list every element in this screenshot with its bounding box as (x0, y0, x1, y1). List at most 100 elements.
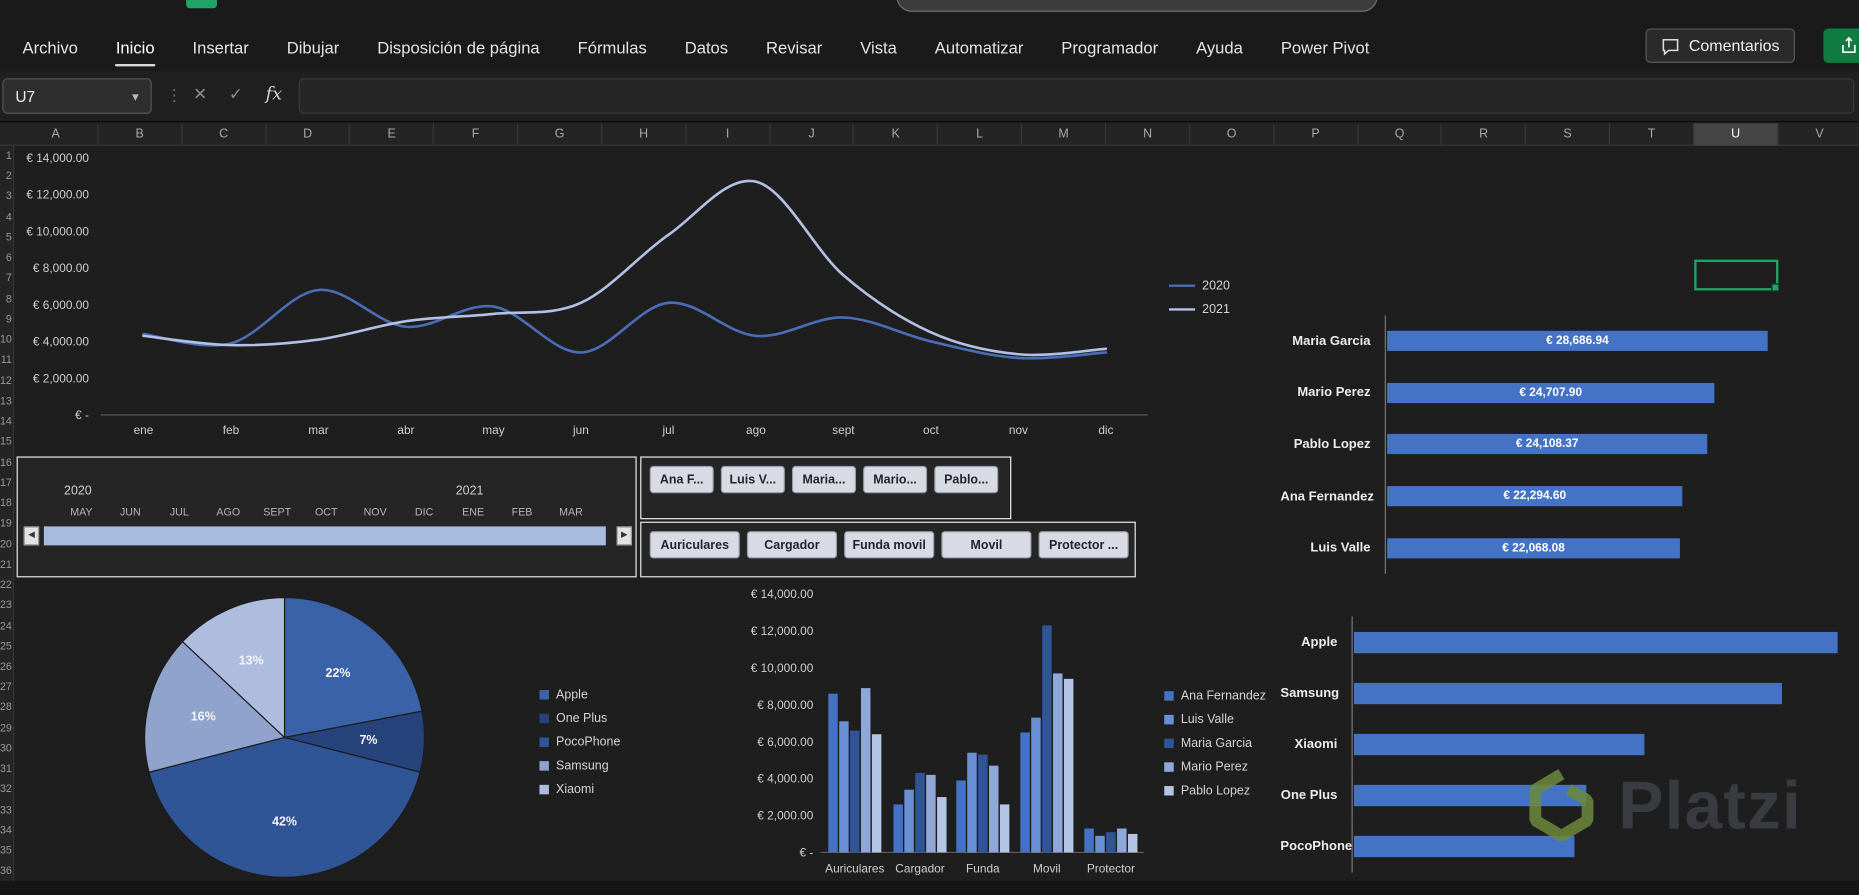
enter-icon[interactable]: ✓ (229, 84, 243, 104)
bar-luis-valle[interactable]: € 22,068.08 (1387, 537, 1680, 559)
ribbon-tab-vista[interactable]: Vista (845, 31, 912, 64)
row-header-32[interactable]: 32 (0, 779, 12, 799)
row-header-36[interactable]: 36 (0, 861, 12, 881)
slicer-button-cargador[interactable]: Cargador (746, 531, 838, 559)
row-header-14[interactable]: 14 (0, 412, 12, 432)
bar-maria-garcia[interactable]: € 28,686.94 (1387, 331, 1768, 352)
ribbon-tab-f-rmulas[interactable]: Fórmulas (562, 31, 662, 64)
column-bar-pablo-lopez-protector[interactable] (1127, 833, 1138, 853)
column-bar-mario-perez-movil[interactable] (1053, 673, 1063, 853)
column-bar-mario-perez-protector[interactable] (1117, 828, 1127, 853)
row-header-29[interactable]: 29 (0, 718, 12, 738)
seller-slicer[interactable]: Ana F... Luis V... Maria... Mario... Pablo..… (640, 456, 1012, 520)
timeline-selection-bar[interactable] (43, 526, 606, 546)
column-bar-mario-perez-cargador[interactable] (926, 774, 936, 853)
timeline-month-2020-dic[interactable]: DIC (400, 506, 449, 518)
row-header-27[interactable]: 27 (0, 677, 12, 697)
column-bar-luis-valle-protector[interactable] (1095, 835, 1105, 853)
row-header-21[interactable]: 21 (0, 555, 12, 575)
row-header-28[interactable]: 28 (0, 698, 12, 718)
search-box-fragment[interactable] (896, 0, 1378, 12)
monthly-sales-line-chart[interactable]: € - € 2,000.00 € 4,000.00 € 6,000.00 € 8,000… (24, 140, 1162, 444)
column-header-s[interactable]: S (1526, 123, 1611, 146)
timeline-month-2021-feb[interactable]: FEB (498, 506, 547, 518)
slicer-button-luis-v[interactable]: Luis V... (720, 465, 785, 494)
row-header-9[interactable]: 9 (0, 309, 12, 329)
row-header-12[interactable]: 12 (0, 371, 12, 391)
timeline-month-2020-nov[interactable]: NOV (351, 506, 400, 518)
column-bar-luis-valle-auriculares[interactable] (839, 721, 849, 853)
row-header-16[interactable]: 16 (0, 452, 12, 472)
ribbon-tab-ayuda[interactable]: Ayuda (1181, 31, 1259, 64)
timeline-month-2020-may[interactable]: MAY (57, 506, 106, 518)
ribbon-tab-dibujar[interactable]: Dibujar (271, 31, 354, 64)
ribbon-tab-programador[interactable]: Programador (1046, 31, 1174, 64)
row-header-25[interactable]: 25 (0, 636, 12, 656)
bar-ana-fernandez[interactable]: € 22,294.60 (1387, 486, 1683, 507)
column-bar-maria-garcia-movil[interactable] (1042, 625, 1052, 853)
timeline-scroll-left[interactable]: ◀ (23, 526, 40, 546)
column-bar-mario-perez-auriculares[interactable] (860, 688, 871, 853)
row-header-19[interactable]: 19 (0, 514, 12, 534)
column-bar-maria-garcia-auriculares[interactable] (850, 730, 860, 853)
row-header-7[interactable]: 7 (0, 268, 12, 288)
slicer-button-auriculares[interactable]: Auriculares (649, 531, 740, 559)
column-header-r[interactable]: R (1442, 123, 1527, 146)
row-header-11[interactable]: 11 (0, 350, 12, 370)
selected-cell-u7[interactable] (1694, 259, 1780, 292)
column-bar-maria-garcia-cargador[interactable] (915, 772, 925, 853)
timeline-month-2021-ene[interactable]: ENE (449, 506, 498, 518)
column-bar-pablo-lopez-movil[interactable] (1063, 678, 1074, 853)
column-header-o[interactable]: O (1190, 123, 1275, 146)
column-bar-mario-perez-funda[interactable] (989, 765, 999, 853)
row-header-13[interactable]: 13 (0, 391, 12, 411)
timeline-month-2021-mar[interactable]: MAR (547, 506, 596, 518)
row-header-8[interactable]: 8 (0, 289, 12, 309)
bar-samsung[interactable] (1353, 682, 1782, 704)
ribbon-tab-datos[interactable]: Datos (669, 31, 743, 64)
timeline-slicer[interactable]: 2020 2021 MAY JUN JUL AGO SEPT OCT NOV DIC ENE FEB… (16, 456, 637, 578)
column-bar-ana-fernandez-auriculares[interactable] (828, 693, 838, 853)
column-bar-luis-valle-movil[interactable] (1031, 717, 1041, 853)
column-bar-pablo-lopez-auriculares[interactable] (871, 734, 882, 853)
column-bar-maria-garcia-funda[interactable] (978, 754, 988, 853)
slicer-button-mario[interactable]: Mario... (863, 465, 928, 494)
row-header-10[interactable]: 10 (0, 330, 12, 350)
product-slicer[interactable]: Auriculares Cargador Funda movil Movil Prote… (640, 521, 1136, 578)
ribbon-tab-automatizar[interactable]: Automatizar (919, 31, 1038, 64)
column-header-v[interactable]: V (1778, 123, 1859, 146)
column-bar-ana-fernandez-funda[interactable] (956, 780, 966, 853)
timeline-month-2020-jun[interactable]: JUN (106, 506, 155, 518)
comments-button[interactable]: Comentarios (1646, 28, 1795, 63)
column-bar-luis-valle-funda[interactable] (967, 752, 977, 853)
column-header-t[interactable]: T (1610, 123, 1695, 146)
name-box[interactable]: U7 ▾ (2, 78, 152, 114)
slicer-button-movil[interactable]: Movil (941, 531, 1032, 559)
row-header-20[interactable]: 20 (0, 534, 12, 554)
row-header-17[interactable]: 17 (0, 473, 12, 493)
column-header-p[interactable]: P (1274, 123, 1359, 146)
row-header-6[interactable]: 6 (0, 248, 12, 268)
ribbon-tab-power-pivot[interactable]: Power Pivot (1265, 31, 1384, 64)
column-bar-ana-fernandez-movil[interactable] (1020, 732, 1030, 853)
row-header-5[interactable]: 5 (0, 228, 12, 248)
slicer-button-maria[interactable]: Maria... (791, 465, 856, 494)
timeline-month-2020-jul[interactable]: JUL (155, 506, 204, 518)
row-header-26[interactable]: 26 (0, 657, 12, 677)
timeline-month-2020-sept[interactable]: SEPT (253, 506, 302, 518)
formula-bar-grip[interactable]: ⋮ (166, 85, 183, 105)
brand-share-pie-chart[interactable]: 22% 7% 42% 16% 13% (133, 590, 441, 889)
bar-mario-perez[interactable]: € 24,707.90 (1387, 382, 1715, 403)
column-bar-pablo-lopez-funda[interactable] (999, 804, 1010, 853)
formula-input[interactable] (298, 78, 1855, 114)
insert-function-icon[interactable]: fx (266, 83, 283, 104)
row-header-23[interactable]: 23 (0, 595, 12, 615)
timeline-scroll-right[interactable]: ▶ (616, 526, 632, 546)
slicer-button-funda-movil[interactable]: Funda movil (844, 531, 935, 559)
ribbon-tab-disposici-n-de-p-gina[interactable]: Disposición de página (362, 31, 555, 64)
bar-xiaomi[interactable] (1353, 733, 1645, 756)
bar-apple[interactable] (1353, 631, 1838, 653)
line-series-2020[interactable] (142, 288, 1108, 360)
row-header-34[interactable]: 34 (0, 820, 12, 840)
row-header-18[interactable]: 18 (0, 493, 12, 513)
